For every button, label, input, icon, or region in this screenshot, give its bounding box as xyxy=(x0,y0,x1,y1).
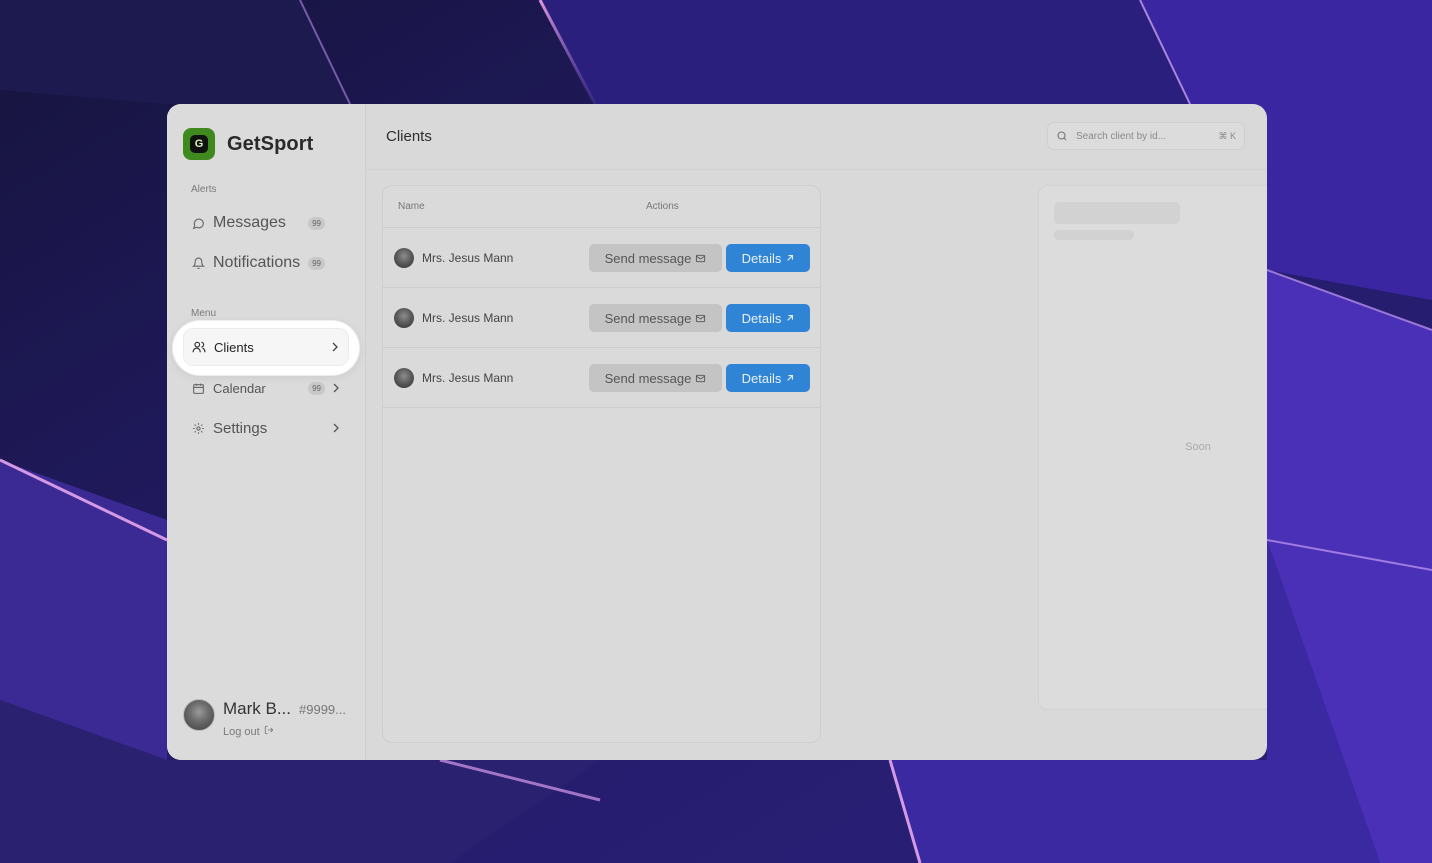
column-header-name: Name xyxy=(398,201,425,212)
client-preview-panel: Soon xyxy=(1038,185,1267,710)
app-window: G GetSport Alerts Messages 99 Notificati… xyxy=(167,104,1267,760)
search-icon xyxy=(1056,130,1068,142)
sidebar-item-clients[interactable]: Clients xyxy=(183,328,349,366)
chevron-right-icon xyxy=(331,383,341,393)
search-input[interactable]: Search client by id... ⌘ K xyxy=(1047,122,1245,150)
brand[interactable]: G GetSport xyxy=(183,128,313,160)
brand-name: GetSport xyxy=(227,132,314,155)
chevron-right-icon xyxy=(331,423,341,433)
sidebar-item-settings[interactable]: Settings xyxy=(183,410,349,446)
button-label: Details xyxy=(741,310,782,326)
gear-icon xyxy=(191,421,205,435)
count-badge: 99 xyxy=(308,381,325,395)
chevron-right-icon xyxy=(330,342,340,352)
button-label: Details xyxy=(741,250,782,266)
sidebar-item-notifications[interactable]: Notifications 99 xyxy=(183,245,349,281)
column-header-actions: Actions xyxy=(646,201,679,212)
avatar xyxy=(394,308,414,328)
client-name: Mrs. Jesus Mann xyxy=(422,310,514,325)
search-placeholder: Search client by id... xyxy=(1076,130,1167,142)
sidebar-item-messages[interactable]: Messages 99 xyxy=(183,205,349,241)
logout-link[interactable]: Log out xyxy=(223,725,346,738)
bell-icon xyxy=(191,256,205,270)
mail-icon xyxy=(696,254,706,262)
button-label: Send message xyxy=(604,310,692,326)
avatar xyxy=(183,699,215,731)
skeleton-subtitle xyxy=(1054,230,1134,240)
table-header: Name Actions xyxy=(383,186,820,228)
brand-logo-icon: G xyxy=(183,128,215,160)
count-badge: 99 xyxy=(308,216,325,230)
skeleton-title xyxy=(1054,202,1180,224)
user-name: Mark B... xyxy=(223,699,292,718)
calendar-icon xyxy=(191,381,205,395)
details-button[interactable]: Details xyxy=(726,244,810,272)
alerts-section-label: Alerts xyxy=(191,184,217,195)
send-message-button[interactable]: Send message xyxy=(589,364,722,392)
button-label: Details xyxy=(741,370,782,386)
brand-logo-letter: G xyxy=(190,135,208,153)
avatar xyxy=(394,368,414,388)
table-row[interactable]: Mrs. Jesus Mann Send message Details xyxy=(383,348,820,408)
clients-table: Name Actions Mrs. Jesus Mann Send messag… xyxy=(382,185,821,743)
client-name: Mrs. Jesus Mann xyxy=(422,370,514,385)
page-title: Clients xyxy=(386,128,432,145)
send-message-button[interactable]: Send message xyxy=(589,304,722,332)
avatar xyxy=(394,248,414,268)
logout-icon xyxy=(264,725,274,738)
table-row[interactable]: Mrs. Jesus Mann Send message Details xyxy=(383,288,820,348)
sidebar-item-label: Settings xyxy=(213,419,268,437)
coming-soon-label: Soon xyxy=(1185,441,1211,453)
keyboard-shortcut: ⌘ K xyxy=(1218,130,1236,141)
sidebar-item-label: Clients xyxy=(214,339,254,355)
main-content: Clients Search client by id... ⌘ K Name … xyxy=(366,104,1267,760)
count-badge: 99 xyxy=(308,256,325,270)
logout-label: Log out xyxy=(223,725,260,738)
header: Clients Search client by id... ⌘ K xyxy=(366,104,1267,170)
table-row[interactable]: Mrs. Jesus Mann Send message Details xyxy=(383,228,820,288)
mail-icon xyxy=(696,314,706,322)
arrow-up-right-icon xyxy=(787,315,794,321)
menu-section-label: Menu xyxy=(191,308,217,319)
sidebar: G GetSport Alerts Messages 99 Notificati… xyxy=(167,104,366,760)
sidebar-item-calendar[interactable]: Calendar 99 xyxy=(183,370,349,406)
highlight-spotlight: Clients xyxy=(173,321,359,375)
details-button[interactable]: Details xyxy=(726,364,810,392)
message-circle-icon xyxy=(191,216,205,230)
client-name: Mrs. Jesus Mann xyxy=(422,250,514,265)
mail-icon xyxy=(696,374,706,382)
arrow-up-right-icon xyxy=(787,375,794,381)
details-button[interactable]: Details xyxy=(726,304,810,332)
sidebar-item-label: Messages xyxy=(213,214,286,231)
sidebar-item-label: Calendar xyxy=(213,380,266,396)
send-message-button[interactable]: Send message xyxy=(589,244,722,272)
users-icon xyxy=(192,340,206,354)
sidebar-item-label: Notifications xyxy=(213,254,301,271)
user-profile[interactable]: Mark B... #9999... Log out xyxy=(183,699,346,738)
arrow-up-right-icon xyxy=(787,255,794,261)
user-id: #9999... xyxy=(299,702,347,717)
button-label: Send message xyxy=(604,250,692,266)
button-label: Send message xyxy=(604,370,692,386)
